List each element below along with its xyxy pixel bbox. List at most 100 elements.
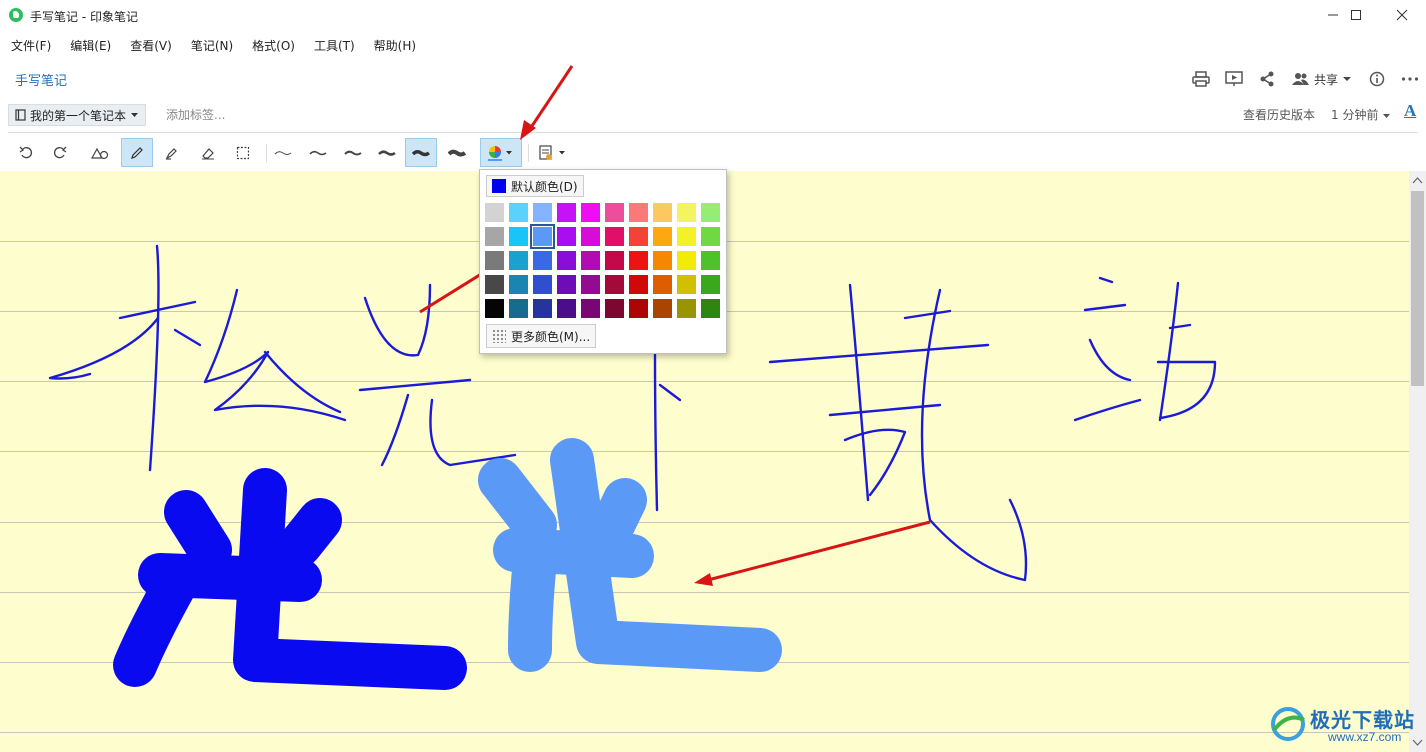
eraser-icon: [202, 147, 214, 159]
stroke-width-5[interactable]: [405, 138, 437, 167]
color-swatch[interactable]: [605, 203, 624, 222]
stroke-width-2[interactable]: [302, 138, 334, 167]
scrollbar-thumb[interactable]: [1411, 191, 1424, 386]
menu-file[interactable]: 文件(F): [0, 34, 59, 56]
lasso-select-button[interactable]: [227, 138, 259, 167]
last-modified-dropdown[interactable]: 1 分钟前: [1331, 106, 1391, 123]
watermark-url: www.xz7.com: [1328, 730, 1402, 744]
info-button[interactable]: [1360, 66, 1393, 92]
note-title[interactable]: 手写笔记: [15, 70, 67, 89]
color-swatch[interactable]: [581, 227, 600, 246]
color-swatch[interactable]: [677, 203, 696, 222]
color-swatch[interactable]: [533, 251, 552, 270]
color-swatch[interactable]: [581, 299, 600, 318]
color-swatch[interactable]: [509, 251, 528, 270]
color-swatch[interactable]: [509, 203, 528, 222]
stroke-width-4[interactable]: [371, 138, 403, 167]
site-watermark: 极光下载站 www.xz7.com: [1266, 700, 1426, 752]
color-swatch[interactable]: [677, 299, 696, 318]
stroke-small-icon: [309, 150, 327, 155]
color-swatch[interactable]: [653, 275, 672, 294]
redo-icon: [54, 146, 67, 158]
color-swatch[interactable]: [530, 224, 555, 249]
notebook-selector[interactable]: 我的第一个笔记本: [8, 104, 147, 126]
eraser-button[interactable]: [192, 138, 224, 167]
color-swatch[interactable]: [581, 251, 600, 270]
more-colors-button[interactable]: 更多颜色(M)...: [486, 324, 597, 348]
color-swatch[interactable]: [533, 275, 552, 294]
present-button[interactable]: [1218, 66, 1251, 92]
color-swatch[interactable]: [485, 203, 504, 222]
color-swatch[interactable]: [509, 275, 528, 294]
stroke-width-6[interactable]: [441, 138, 473, 167]
color-swatch[interactable]: [533, 299, 552, 318]
color-swatch[interactable]: [677, 251, 696, 270]
color-swatch[interactable]: [485, 251, 504, 270]
more-options-button[interactable]: [1393, 66, 1426, 92]
menu-edit[interactable]: 编辑(E): [59, 34, 119, 56]
font-style-button[interactable]: A: [1404, 101, 1416, 121]
color-swatch[interactable]: [581, 275, 600, 294]
default-color-button[interactable]: 默认颜色(D): [486, 175, 584, 197]
color-swatch[interactable]: [581, 203, 600, 222]
vertical-scrollbar[interactable]: [1409, 171, 1426, 752]
color-swatch[interactable]: [701, 227, 720, 246]
close-button[interactable]: [1379, 0, 1425, 30]
print-button[interactable]: [1185, 66, 1218, 92]
evernote-logo-icon: [9, 8, 23, 22]
color-swatch[interactable]: [701, 251, 720, 270]
color-swatch[interactable]: [509, 227, 528, 246]
color-swatch[interactable]: [653, 203, 672, 222]
color-swatch[interactable]: [629, 227, 648, 246]
share-button[interactable]: 共享: [1284, 71, 1360, 88]
color-swatch[interactable]: [605, 227, 624, 246]
undo-button[interactable]: [10, 138, 42, 167]
color-swatch[interactable]: [653, 251, 672, 270]
share-network-button[interactable]: [1251, 66, 1284, 92]
stroke-width-3[interactable]: [337, 138, 369, 167]
undo-icon: [19, 146, 32, 158]
color-picker-button[interactable]: [480, 138, 522, 167]
shapes-button[interactable]: [84, 138, 116, 167]
color-swatch[interactable]: [557, 227, 576, 246]
color-swatch[interactable]: [485, 227, 504, 246]
menu-tools[interactable]: 工具(T): [303, 34, 363, 56]
color-swatch[interactable]: [605, 299, 624, 318]
color-swatch[interactable]: [557, 299, 576, 318]
color-swatch[interactable]: [557, 203, 576, 222]
color-swatch[interactable]: [485, 299, 504, 318]
color-swatch[interactable]: [557, 251, 576, 270]
color-swatch[interactable]: [701, 203, 720, 222]
add-tag-input[interactable]: 添加标签...: [166, 106, 225, 123]
color-swatch[interactable]: [629, 275, 648, 294]
highlighter-button[interactable]: [156, 138, 188, 167]
maximize-button[interactable]: [1333, 0, 1379, 30]
color-swatch[interactable]: [701, 299, 720, 318]
color-swatch[interactable]: [677, 227, 696, 246]
color-swatch[interactable]: [677, 275, 696, 294]
color-swatch[interactable]: [629, 251, 648, 270]
menu-help[interactable]: 帮助(H): [363, 34, 424, 56]
ink-toolbar: [8, 138, 1418, 168]
menu-note[interactable]: 笔记(N): [180, 34, 241, 56]
color-swatch[interactable]: [605, 251, 624, 270]
view-history-link[interactable]: 查看历史版本: [1243, 106, 1315, 123]
color-swatch[interactable]: [653, 227, 672, 246]
color-swatch[interactable]: [605, 275, 624, 294]
color-swatch[interactable]: [485, 275, 504, 294]
window-title: 手写笔记 - 印象笔记: [30, 10, 138, 24]
color-swatch[interactable]: [701, 275, 720, 294]
color-swatch[interactable]: [653, 299, 672, 318]
menu-view[interactable]: 查看(V): [119, 34, 180, 56]
pen-tool-button[interactable]: [121, 138, 153, 167]
color-swatch[interactable]: [557, 275, 576, 294]
page-background-button[interactable]: [534, 138, 572, 167]
color-swatch[interactable]: [629, 203, 648, 222]
menu-format[interactable]: 格式(O): [241, 34, 303, 56]
redo-button[interactable]: [44, 138, 76, 167]
header-divider: [8, 132, 1418, 133]
color-swatch[interactable]: [629, 299, 648, 318]
stroke-width-1[interactable]: [267, 138, 299, 167]
color-swatch[interactable]: [533, 203, 552, 222]
color-swatch[interactable]: [509, 299, 528, 318]
